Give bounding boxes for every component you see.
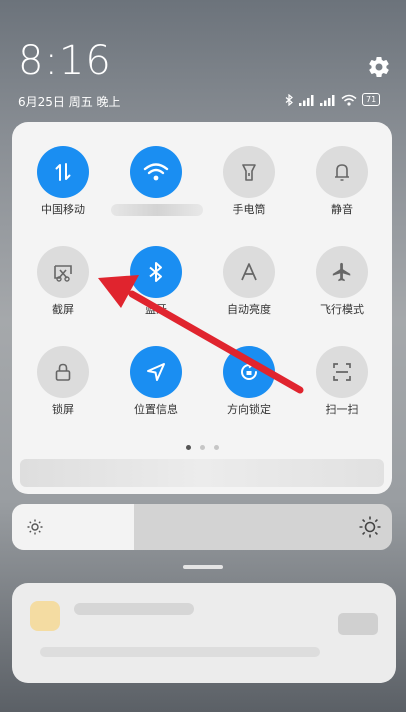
rotation-lock-icon — [223, 346, 275, 398]
flashlight-icon — [223, 146, 275, 198]
tile-label: 蓝牙 — [145, 303, 167, 316]
page-dot[interactable] — [186, 445, 191, 450]
battery-indicator: 71 — [362, 93, 381, 106]
tile-location[interactable]: 位置信息 — [111, 346, 201, 417]
tile-auto-brightness[interactable]: 自动亮度 — [204, 246, 294, 317]
drag-handle[interactable] — [183, 565, 223, 569]
blurred-strip — [20, 459, 384, 487]
tile-label: 自动亮度 — [227, 303, 271, 316]
tile-label: 截屏 — [52, 303, 74, 316]
notification-body-blurred — [40, 647, 320, 657]
quick-settings-panel: 中国移动 手电筒 静音 截屏 蓝牙 自动亮度 飞行模式 锁屏 位置信息 方向锁定… — [12, 122, 392, 494]
tile-wifi[interactable] — [111, 146, 203, 216]
signal-icon — [299, 94, 314, 106]
tile-mute[interactable]: 静音 — [297, 146, 387, 217]
page-indicator[interactable] — [186, 445, 219, 450]
tile-label: 扫一扫 — [325, 403, 359, 416]
tile-label: 手电筒 — [232, 203, 266, 216]
tile-label: 静音 — [331, 203, 353, 216]
tile-lock-screen[interactable]: 锁屏 — [18, 346, 108, 417]
clock: 8:16 — [18, 38, 112, 84]
data-transfer-icon — [37, 146, 89, 198]
location-icon — [130, 346, 182, 398]
tile-label: 锁屏 — [52, 403, 74, 416]
tile-mobile-data[interactable]: 中国移动 — [18, 146, 108, 217]
brightness-slider[interactable] — [12, 504, 392, 550]
tile-label: 位置信息 — [134, 403, 178, 416]
auto-brightness-icon — [223, 246, 275, 298]
bluetooth-status-icon — [285, 93, 293, 106]
wifi-label-blurred — [111, 204, 203, 216]
tile-label: 飞行模式 — [320, 303, 364, 316]
signal-icon — [320, 94, 335, 106]
bell-icon — [316, 146, 368, 198]
wifi-status-icon — [341, 94, 357, 106]
tile-screenshot[interactable]: 截屏 — [18, 246, 108, 317]
tile-scan[interactable]: 扫一扫 — [297, 346, 387, 417]
date-label: 6月25日 周五 晚上 — [18, 95, 121, 109]
page-dot[interactable] — [214, 445, 219, 450]
lock-icon — [37, 346, 89, 398]
airplane-icon — [316, 246, 368, 298]
tile-rotation-lock[interactable]: 方向锁定 — [204, 346, 294, 417]
notification-title-blurred — [74, 603, 194, 615]
settings-gear-icon[interactable] — [367, 55, 391, 79]
notification-thumbnail-blurred — [338, 613, 378, 635]
page-dot[interactable] — [200, 445, 205, 450]
sun-large-icon — [359, 516, 381, 538]
notification-card[interactable] — [12, 583, 396, 683]
tile-airplane-mode[interactable]: 飞行模式 — [297, 246, 387, 317]
status-icons: 71 — [285, 93, 381, 106]
tile-bluetooth[interactable]: 蓝牙 — [111, 246, 201, 317]
tile-label: 中国移动 — [41, 203, 85, 216]
sun-small-icon — [27, 519, 43, 535]
bluetooth-icon — [130, 246, 182, 298]
wifi-icon — [130, 146, 182, 198]
scan-icon — [316, 346, 368, 398]
app-icon — [30, 601, 60, 631]
tile-label: 方向锁定 — [227, 403, 271, 416]
tile-flashlight[interactable]: 手电筒 — [204, 146, 294, 217]
screenshot-icon — [37, 246, 89, 298]
